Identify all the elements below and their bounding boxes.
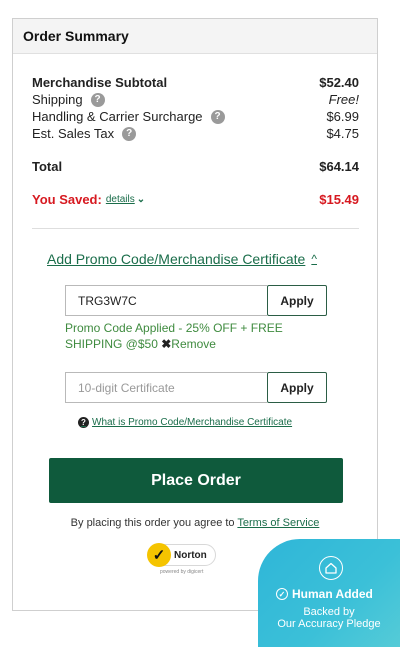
terms-prefix: By placing this order you agree to [70, 517, 235, 529]
handling-value: $6.99 [326, 109, 359, 124]
subtotal-row: Merchandise Subtotal $52.40 [32, 74, 359, 91]
check-circle-icon: ✓ [276, 588, 288, 600]
shipping-row: Shipping ? Free! [32, 91, 359, 108]
saved-label: You Saved: [32, 192, 102, 207]
promo-applied-message: Promo Code Applied - 25% OFF + FREE SHIP… [65, 320, 315, 352]
terms-text: By placing this order you agree to Terms… [13, 517, 377, 529]
badge-title: ✓ Human Added [276, 587, 373, 601]
handling-label: Handling & Carrier Surcharge [32, 109, 203, 124]
subtotal-label: Merchandise Subtotal [32, 75, 168, 90]
saved-row: You Saved: details ⌄ $15.49 [32, 191, 359, 208]
tax-label: Est. Sales Tax [32, 126, 115, 141]
certificate-group: 10-digit Certificate Apply [65, 372, 327, 403]
accuracy-badge: ✓ Human Added Backed by Our Accuracy Ple… [258, 539, 400, 647]
help-icon[interactable]: ? [90, 92, 105, 107]
total-row: Total $64.14 [32, 158, 359, 175]
chevron-down-icon[interactable]: ⌄ [137, 191, 145, 208]
promo-code-group: TRG3W7C Apply [65, 285, 327, 316]
shipping-label: Shipping [32, 92, 83, 107]
details-link[interactable]: details [106, 191, 135, 208]
help-icon[interactable]: ? [210, 109, 225, 124]
shipping-value: Free! [328, 92, 359, 107]
apply-promo-button[interactable]: Apply [267, 285, 327, 316]
tax-value: $4.75 [326, 126, 359, 141]
tax-row: Est. Sales Tax ? $4.75 [32, 125, 359, 142]
norton-subtitle: powered by digicert [160, 569, 204, 575]
checkmark-icon: ✓ [147, 543, 171, 567]
badge-line1: Backed by [303, 606, 355, 618]
home-icon [319, 556, 343, 580]
norton-seal: ✓ Norton powered by digicert [147, 540, 220, 580]
what-is-promo-label[interactable]: What is Promo Code/Merchandise Certifica… [92, 417, 292, 428]
promo-toggle-label[interactable]: Add Promo Code/Merchandise Certificate [47, 251, 305, 267]
norton-name: Norton [174, 549, 207, 561]
badge-line2: Our Accuracy Pledge [277, 618, 381, 630]
badge-title-text: Human Added [292, 587, 373, 601]
total-value: $64.14 [319, 159, 359, 174]
terms-of-service-link[interactable]: Terms of Service [237, 517, 319, 529]
promo-code-input[interactable]: TRG3W7C [65, 285, 267, 316]
what-is-promo-link[interactable]: ? What is Promo Code/Merchandise Certifi… [78, 417, 377, 428]
remove-link[interactable]: Remove [171, 337, 216, 351]
promo-toggle-link[interactable]: Add Promo Code/Merchandise Certificate ^ [47, 251, 377, 267]
help-icon[interactable]: ? [122, 126, 137, 141]
norton-logo: ✓ Norton [147, 543, 216, 567]
total-label: Total [32, 159, 63, 174]
place-order-button[interactable]: Place Order [49, 458, 343, 503]
saved-value: $15.49 [319, 192, 359, 207]
apply-certificate-button[interactable]: Apply [267, 372, 327, 403]
summary-lines: Merchandise Subtotal $52.40 Shipping ? F… [13, 54, 377, 208]
panel-title: Order Summary [13, 19, 377, 54]
remove-icon[interactable]: ✖ [161, 337, 171, 351]
handling-row: Handling & Carrier Surcharge ? $6.99 [32, 108, 359, 125]
question-icon: ? [78, 417, 89, 428]
order-summary-panel: Order Summary Merchandise Subtotal $52.4… [12, 18, 378, 611]
subtotal-value: $52.40 [319, 75, 359, 90]
chevron-up-icon[interactable]: ^ [311, 252, 317, 266]
certificate-input[interactable]: 10-digit Certificate [65, 372, 267, 403]
divider [32, 228, 359, 229]
